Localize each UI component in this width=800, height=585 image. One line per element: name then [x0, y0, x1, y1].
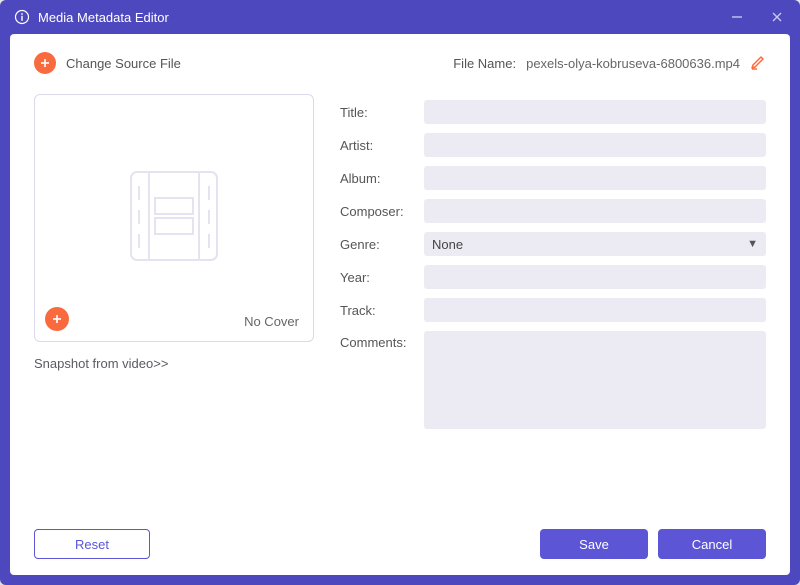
info-icon — [14, 9, 30, 25]
label-genre: Genre: — [340, 237, 418, 252]
top-row: Change Source File File Name: pexels-oly… — [34, 52, 766, 74]
row-artist: Artist: — [340, 133, 766, 157]
footer: Reset Save Cancel — [34, 515, 766, 559]
add-cover-button[interactable] — [45, 307, 69, 331]
label-year: Year: — [340, 270, 418, 285]
input-comments[interactable] — [424, 331, 766, 429]
change-source-label[interactable]: Change Source File — [66, 56, 181, 71]
window-title: Media Metadata Editor — [38, 10, 169, 25]
row-comments: Comments: — [340, 331, 766, 429]
row-genre: Genre: None ▼ — [340, 232, 766, 256]
content-area: Change Source File File Name: pexels-oly… — [10, 34, 790, 575]
window-controls — [728, 8, 786, 26]
cover-preview: No Cover — [34, 94, 314, 342]
input-track[interactable] — [424, 298, 766, 322]
input-composer[interactable] — [424, 199, 766, 223]
cover-column: No Cover Snapshot from video>> — [34, 94, 314, 515]
row-composer: Composer: — [340, 199, 766, 223]
label-album: Album: — [340, 171, 418, 186]
save-button[interactable]: Save — [540, 529, 648, 559]
label-composer: Composer: — [340, 204, 418, 219]
titlebar: Media Metadata Editor — [0, 0, 800, 34]
input-title[interactable] — [424, 100, 766, 124]
label-title: Title: — [340, 105, 418, 120]
input-artist[interactable] — [424, 133, 766, 157]
metadata-form: Title: Artist: Album: Composer: Genre: — [340, 94, 766, 515]
row-year: Year: — [340, 265, 766, 289]
row-album: Album: — [340, 166, 766, 190]
snapshot-link[interactable]: Snapshot from video>> — [34, 356, 314, 371]
input-album[interactable] — [424, 166, 766, 190]
change-source-add-button[interactable] — [34, 52, 56, 74]
label-artist: Artist: — [340, 138, 418, 153]
file-name-label: File Name: — [453, 56, 516, 71]
select-genre[interactable]: None ▼ — [424, 232, 766, 256]
file-name-value: pexels-olya-kobruseva-6800636.mp4 — [526, 56, 740, 71]
chevron-down-icon: ▼ — [747, 238, 758, 250]
row-title: Title: — [340, 100, 766, 124]
select-genre-value: None — [432, 237, 463, 252]
label-track: Track: — [340, 303, 418, 318]
close-button[interactable] — [768, 8, 786, 26]
app-window: Media Metadata Editor Change Source File… — [0, 0, 800, 585]
edit-file-name-icon[interactable] — [750, 55, 766, 71]
input-year[interactable] — [424, 265, 766, 289]
cover-caption: No Cover — [244, 314, 299, 329]
minimize-button[interactable] — [728, 8, 746, 26]
main-area: No Cover Snapshot from video>> Title: Ar… — [34, 94, 766, 515]
file-name-group: File Name: pexels-olya-kobruseva-6800636… — [453, 55, 766, 71]
label-comments: Comments: — [340, 331, 418, 350]
row-track: Track: — [340, 298, 766, 322]
reset-button[interactable]: Reset — [34, 529, 150, 559]
film-frame-icon — [119, 166, 229, 271]
cancel-button[interactable]: Cancel — [658, 529, 766, 559]
